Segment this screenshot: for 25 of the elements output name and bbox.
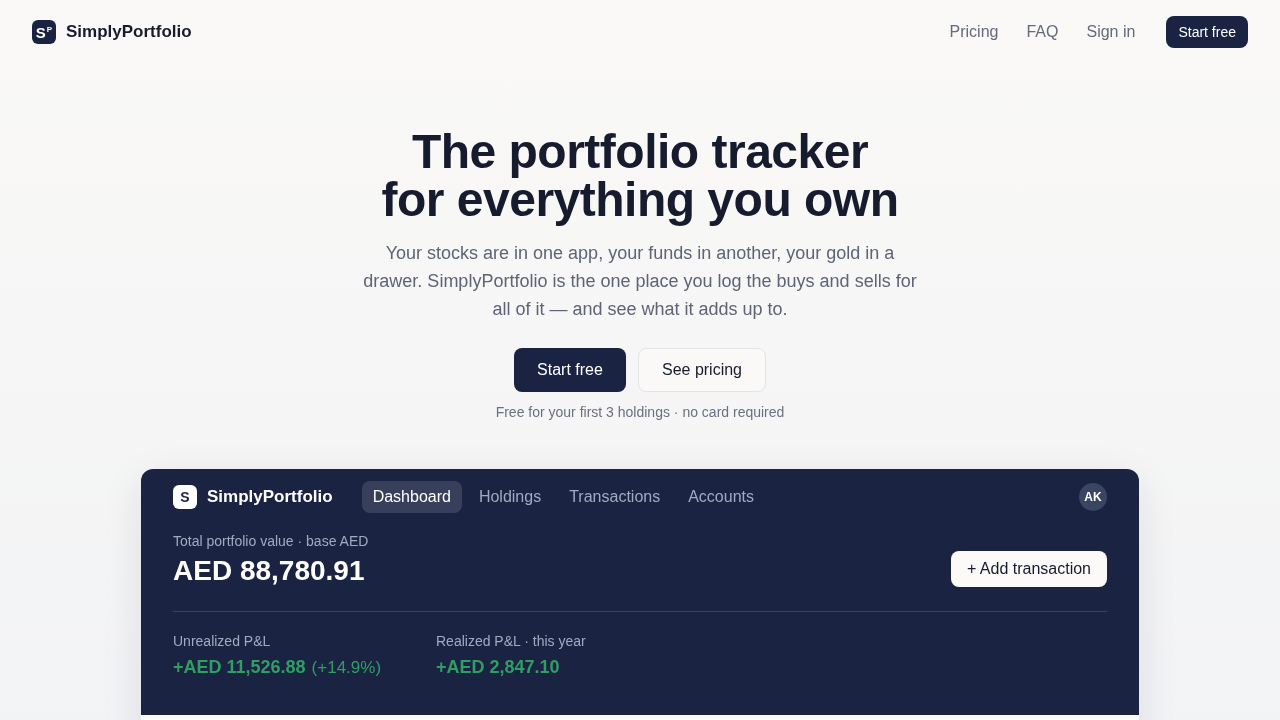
nav-tab[interactable]: Accounts <box>677 481 765 513</box>
nav-tab[interactable]: Holdings <box>467 481 553 513</box>
hero-note: Free for your first 3 holdings · no card required <box>495 403 785 422</box>
add-transaction-button[interactable]: + Add transaction <box>950 551 1107 587</box>
app-brand-name: SimplyPortfolio <box>207 487 333 507</box>
app-logo: S <box>173 485 197 509</box>
nav-tab[interactable]: Transactions <box>558 481 672 513</box>
total-label: Total portfolio value · base AED <box>173 532 369 551</box>
hero-title: The portfolio tracker for everything you own <box>381 128 899 224</box>
see-pricing-button[interactable]: See pricing <box>638 348 766 392</box>
start-free-button[interactable]: Start free <box>1166 16 1248 48</box>
nav-link[interactable]: FAQ <box>1026 23 1059 41</box>
start-free-button[interactable]: Start free <box>514 348 626 392</box>
user-avatar[interactable]: AK <box>1079 483 1107 511</box>
stat-change: (+14.9%) <box>311 658 382 678</box>
total-value: AED 88,780.91 <box>173 554 366 588</box>
stat-label: Unrealized P&L <box>173 632 272 651</box>
brand-name[interactable]: SimplyPortfolio <box>66 22 192 42</box>
stat-label: Realized P&L · this year <box>436 632 587 651</box>
nav-link[interactable]: Pricing <box>949 23 999 41</box>
stat-value: +AED 2,847.10 <box>436 656 560 679</box>
hero-subtitle: Your stocks are in one app, your funds in another, your gold in a drawer. SimplyPortfolio is the one place you log the buys and sells for all of it — and see what it adds up to. <box>362 242 918 321</box>
nav-link[interactable]: Sign in <box>1086 23 1136 41</box>
nav-tab[interactable]: Dashboard <box>361 481 462 513</box>
stat-value: +AED 11,526.88 <box>173 656 306 679</box>
